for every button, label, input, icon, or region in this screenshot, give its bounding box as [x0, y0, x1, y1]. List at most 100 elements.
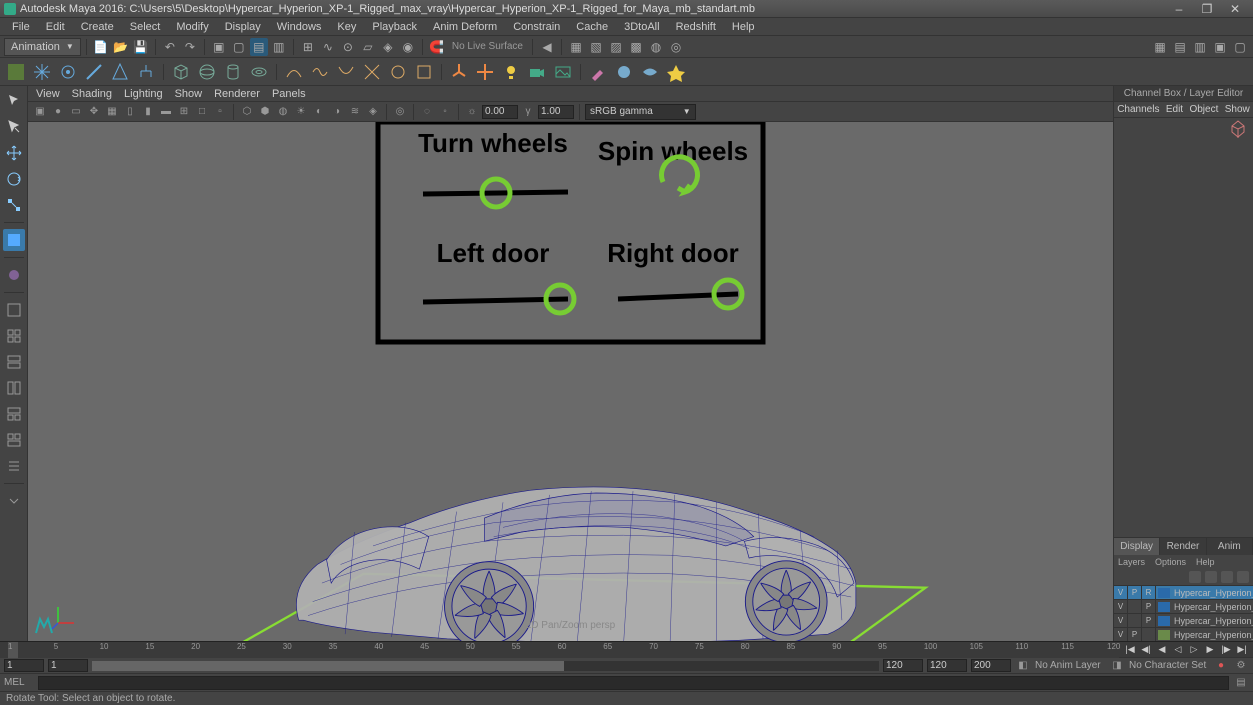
shelf-fx2-icon[interactable] [638, 60, 662, 84]
move-tool[interactable] [3, 142, 25, 164]
panel-show[interactable]: Show [175, 88, 203, 100]
shelf-freeze-icon[interactable] [30, 60, 54, 84]
shelf-curve2-icon[interactable] [308, 60, 332, 84]
step-back-icon[interactable]: ◀ [1155, 643, 1169, 657]
panel-renderer[interactable]: Renderer [214, 88, 260, 100]
range-end-inner[interactable] [883, 659, 923, 672]
last-tool[interactable] [3, 229, 25, 251]
layer-color-swatch[interactable] [1158, 630, 1170, 640]
layer-type-toggle[interactable]: R [1142, 586, 1156, 600]
panel-layout2-icon[interactable]: ▤ [1171, 38, 1189, 56]
shelf-sphere-icon[interactable] [195, 60, 219, 84]
undo-icon[interactable]: ↶ [161, 38, 179, 56]
layer-vis-toggle[interactable]: V [1114, 600, 1128, 614]
vp-texture-icon[interactable]: ◍ [275, 104, 291, 120]
layout-three-icon[interactable] [3, 403, 25, 425]
mode-dropdown[interactable]: Animation▼ [4, 38, 81, 56]
redo-icon[interactable]: ↷ [181, 38, 199, 56]
new-scene-icon[interactable]: 📄 [92, 38, 110, 56]
hypershade-icon[interactable]: ◍ [647, 38, 665, 56]
layer-row[interactable]: VPHypercar_Hyperion_XPFBXA [1114, 627, 1253, 641]
menu-select[interactable]: Select [122, 21, 169, 33]
go-end-icon[interactable]: ▶| [1235, 643, 1249, 657]
select-object-icon[interactable]: ▢ [230, 38, 248, 56]
make-live-icon[interactable]: 🧲 [428, 38, 446, 56]
layer-playback-toggle[interactable]: P [1128, 628, 1142, 642]
soft-select-tool[interactable] [3, 264, 25, 286]
vp-res-gate-icon[interactable]: ▮ [140, 104, 156, 120]
script-editor-icon[interactable]: ▤ [1233, 675, 1249, 691]
layout-threeb-icon[interactable] [3, 429, 25, 451]
snap-point-icon[interactable]: ⊙ [339, 38, 357, 56]
ipr-render-icon[interactable]: ▧ [587, 38, 605, 56]
select-multi-icon[interactable]: ▥ [270, 38, 288, 56]
layer-row[interactable]: VPHypercar_Hyperion_XP [1114, 613, 1253, 627]
maximize-button[interactable]: ❐ [1193, 1, 1221, 17]
vp-shaded-icon[interactable]: ⬢ [257, 104, 273, 120]
layer-playback-toggle[interactable] [1128, 600, 1142, 614]
turn-wheels-slider[interactable] [423, 192, 568, 194]
shelf-curve4-icon[interactable] [360, 60, 384, 84]
menu-create[interactable]: Create [73, 21, 122, 33]
layer-type-toggle[interactable]: P [1142, 600, 1156, 614]
attr-editor-toggle-icon[interactable]: ▢ [1231, 38, 1249, 56]
vp-film-gate-icon[interactable]: ▯ [122, 104, 138, 120]
rotate-tool[interactable] [3, 168, 25, 190]
vp-exposure-icon[interactable]: ☼ [464, 104, 480, 120]
layout-two-h-icon[interactable] [3, 351, 25, 373]
vp-color-space-dropdown[interactable]: sRGB gamma ▼ [585, 104, 696, 120]
menu-key[interactable]: Key [329, 21, 364, 33]
char-set-icon[interactable]: ◨ [1109, 658, 1125, 674]
layout-four-icon[interactable] [3, 325, 25, 347]
range-start-outer[interactable] [4, 659, 44, 672]
vp-wireframe-icon[interactable]: ⬡ [239, 104, 255, 120]
vp-bookmark-icon[interactable]: ● [50, 104, 66, 120]
step-forward-key-icon[interactable]: |▶ [1219, 643, 1233, 657]
shelf-image-icon[interactable] [551, 60, 575, 84]
range-start-inner[interactable] [48, 659, 88, 672]
char-set-label[interactable]: No Character Set [1129, 660, 1209, 671]
cb-channels[interactable]: Channels [1117, 104, 1159, 115]
snap-curve-icon[interactable]: ∿ [319, 38, 337, 56]
menu-file[interactable]: File [4, 21, 38, 33]
layer-vis-toggle[interactable]: V [1114, 614, 1128, 628]
vp-gamma-field[interactable] [538, 105, 574, 119]
layer-move-down-icon[interactable] [1205, 571, 1217, 583]
snap-grid-icon[interactable]: ⊞ [299, 38, 317, 56]
menu-help[interactable]: Help [724, 21, 763, 33]
menu-display[interactable]: Display [217, 21, 269, 33]
layer-row[interactable]: VPHypercar_Hyperion_XP [1114, 599, 1253, 613]
shelf-paint-icon[interactable] [586, 60, 610, 84]
vp-field-chart-icon[interactable]: ⊞ [176, 104, 192, 120]
layer-vis-toggle[interactable]: V [1114, 628, 1128, 642]
tab-anim[interactable]: Anim [1207, 538, 1253, 555]
layer-row[interactable]: VPRHypercar_Hyperion_XPFBXAS [1114, 585, 1253, 599]
shelf-locator-icon[interactable] [473, 60, 497, 84]
vp-grid-icon[interactable]: ▦ [104, 104, 120, 120]
layer-playback-toggle[interactable]: P [1128, 586, 1142, 600]
range-slider[interactable] [92, 661, 879, 671]
layer-type-toggle[interactable]: P [1142, 614, 1156, 628]
menu-modify[interactable]: Modify [168, 21, 216, 33]
cb-edit[interactable]: Edit [1166, 104, 1183, 115]
layout-single-icon[interactable] [3, 299, 25, 321]
play-back-icon[interactable]: ◁ [1171, 643, 1185, 657]
menu-playback[interactable]: Playback [364, 21, 425, 33]
panel-panels[interactable]: Panels [272, 88, 306, 100]
cb-object[interactable]: Object [1189, 104, 1218, 115]
panel-view[interactable]: View [36, 88, 60, 100]
panel-layout1-icon[interactable]: ▦ [1151, 38, 1169, 56]
open-scene-icon[interactable]: 📂 [112, 38, 130, 56]
layer-playback-toggle[interactable] [1128, 614, 1142, 628]
menu-animdeform[interactable]: Anim Deform [425, 21, 505, 33]
vp-safe-title-icon[interactable]: ▫ [212, 104, 228, 120]
shelf-cube-icon[interactable] [169, 60, 193, 84]
shelf-history-icon[interactable] [108, 60, 132, 84]
panel-shading[interactable]: Shading [72, 88, 112, 100]
layer-new-empty-icon[interactable] [1221, 571, 1233, 583]
render-settings-icon[interactable]: ▨ [607, 38, 625, 56]
vp-image-plane-icon[interactable]: ▭ [68, 104, 84, 120]
layer-move-up-icon[interactable] [1189, 571, 1201, 583]
layer-new-selected-icon[interactable] [1237, 571, 1249, 583]
render-view-icon[interactable]: ▩ [627, 38, 645, 56]
